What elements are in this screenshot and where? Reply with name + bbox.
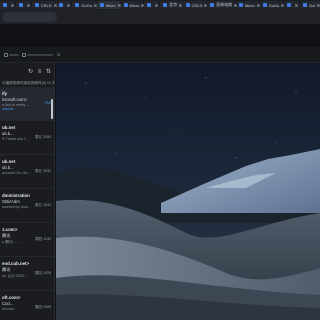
tab-label: CRLD — [191, 2, 203, 8]
tab-label: Gol — [309, 2, 316, 8]
close-icon[interactable] — [141, 4, 144, 7]
browser-tab[interactable]: 北京 — [160, 1, 182, 9]
browser-tab[interactable]: Micro — [235, 1, 260, 9]
close-icon[interactable] — [54, 4, 57, 7]
close-icon[interactable] — [295, 4, 298, 7]
favicon-icon — [163, 3, 168, 7]
sender-name: ify — [2, 91, 8, 96]
browser-tab[interactable] — [284, 1, 300, 9]
browser-tab[interactable]: Micro — [96, 1, 121, 9]
box-icon — [22, 52, 26, 57]
close-icon[interactable] — [179, 4, 182, 7]
favicon-icon — [34, 3, 39, 7]
toolbar-placeholder — [9, 53, 19, 56]
message-date: 周五 1043 — [34, 203, 51, 207]
list-item[interactable]: end.cub.net> 腾讯 ou 认识 2001... 周四 1025 — [0, 257, 54, 291]
tab-label: GuGu — [268, 2, 280, 8]
browser-tab[interactable]: Gol — [300, 1, 320, 9]
favicon-icon — [59, 3, 64, 7]
list-item[interactable]: 1.com> 腾讯 n 腾讯... ... 周四 1149 — [0, 223, 54, 257]
mail-list-header: ↻ ≡ ⇅ — [0, 63, 54, 81]
list-item[interactable]: oft.com> Cod... ok.com 周四 1009 — [0, 291, 54, 320]
checkbox-icon — [4, 52, 8, 57]
browser-tab[interactable] — [56, 1, 72, 9]
toolbar-checkbox[interactable] — [4, 52, 19, 57]
address-bar-row — [0, 10, 320, 24]
sender-name: oft.com> — [2, 295, 21, 300]
sender-name: 1.com> — [2, 227, 18, 232]
list-item[interactable]: dministration GBizAdm owered by host... 周五 … — [0, 189, 54, 223]
favicon-icon — [3, 3, 7, 7]
message-date: 周五 2032 — [34, 169, 51, 173]
close-icon[interactable] — [27, 4, 30, 7]
mail-toolbar: ⇲ — [0, 47, 320, 63]
favicon-icon — [287, 3, 292, 7]
filter-icon[interactable]: ≡ — [37, 69, 42, 75]
message-date: 周五 2052 — [34, 135, 51, 139]
close-icon[interactable] — [67, 4, 70, 7]
tab-label: Micro — [129, 2, 140, 8]
toolbar-more[interactable]: ⇲ — [56, 52, 60, 58]
browser-tab[interactable]: 深林电商 — [207, 1, 235, 9]
close-icon[interactable] — [257, 4, 260, 7]
browser-tab[interactable]: GuGu — [259, 1, 284, 9]
favicon-icon — [147, 3, 152, 7]
sender-name: ub.net — [2, 159, 16, 164]
tab-label: GuGu — [81, 2, 92, 8]
browser-tab[interactable] — [0, 1, 15, 9]
favicon-icon — [238, 3, 243, 7]
sender-name: end.cub.net> — [2, 261, 30, 266]
browser-tab[interactable]: CRLD — [31, 1, 57, 9]
sender-name: dministration — [2, 193, 30, 198]
favicon-icon — [99, 3, 104, 7]
browser-tab-strip: CRLD GuGu Micro Micro 北京 CRLD 深林电商 Micro GuGu Gol — [0, 0, 320, 10]
browser-tab[interactable] — [15, 1, 31, 9]
close-icon[interactable] — [234, 4, 237, 7]
message-list: ify icrosoft.com> n link to verify ... webs… — [0, 87, 54, 320]
browser-tab[interactable]: Micro — [120, 1, 144, 9]
message-date: TIMI — [43, 101, 51, 105]
address-bar[interactable] — [2, 12, 57, 22]
list-item[interactable]: ub.net ub.b... account Gu Gu... 周五 2032 — [0, 155, 54, 189]
refresh-icon[interactable]: ↻ — [28, 69, 33, 75]
close-icon[interactable] — [118, 4, 121, 7]
message-date: 周四 1149 — [35, 237, 51, 241]
favicon-icon — [123, 3, 128, 7]
sort-icon[interactable]: ⇅ — [46, 69, 51, 75]
tab-label: Micro — [244, 2, 255, 8]
favicon-icon — [75, 3, 80, 7]
close-icon[interactable] — [11, 4, 14, 7]
favicon-icon — [18, 3, 23, 7]
desktop-wallpaper — [56, 63, 320, 320]
browser-tab[interactable] — [144, 1, 160, 9]
more-icon: ⇲ — [56, 51, 61, 58]
close-icon[interactable] — [281, 4, 284, 7]
favicon-icon — [262, 3, 267, 7]
favicon-icon — [210, 3, 215, 7]
browser-tab[interactable]: CRLD — [182, 1, 207, 9]
sender-name: ub.net — [2, 125, 16, 130]
wallpaper-dunes — [56, 63, 320, 320]
toolbar-placeholder — [27, 53, 53, 56]
close-icon[interactable] — [94, 4, 97, 7]
close-icon[interactable] — [155, 4, 158, 7]
message-date: 周四 1025 — [34, 271, 51, 275]
tab-label: Micro — [105, 2, 116, 8]
message-date: 周四 1009 — [34, 305, 51, 309]
message-tag: website... — [2, 107, 17, 111]
list-item[interactable]: ify icrosoft.com> n link to verify ... webs… — [0, 87, 54, 121]
tab-label: 北京 — [169, 2, 178, 7]
scrollbar[interactable] — [51, 99, 53, 119]
favicon-icon — [303, 3, 308, 7]
list-item[interactable]: ub.net ub.b... S Thank you f... 周五 2052 — [0, 121, 54, 155]
browser-tab[interactable]: GuGu — [72, 1, 97, 9]
mail-list-pane: ↻ ≡ ⇅ 与最新的邮件接收的邮件(8) 10 天以头上 删除所 ifyicro… — [0, 63, 55, 320]
toolbar-filter[interactable] — [22, 52, 53, 57]
tab-label: CRLD — [40, 2, 52, 8]
favicon-icon — [185, 3, 190, 7]
close-icon[interactable] — [204, 4, 207, 7]
tab-label: 深林电商 — [216, 2, 233, 7]
